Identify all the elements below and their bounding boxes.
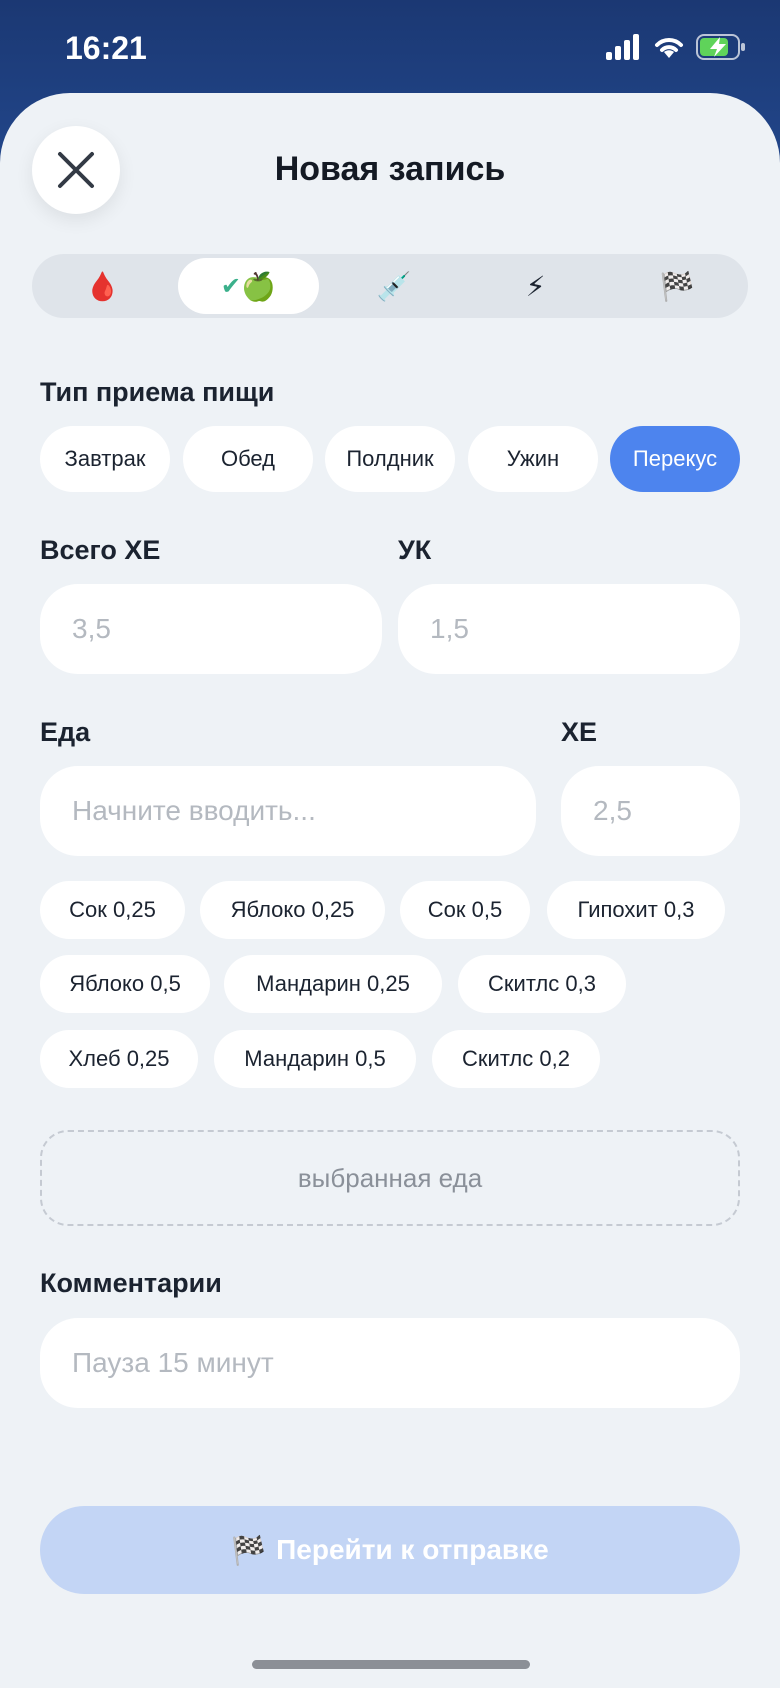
food-suggestion-chip[interactable]: Гипохит 0,3: [547, 881, 725, 939]
meal-option-lunch[interactable]: Обед: [183, 426, 313, 492]
tab-insulin[interactable]: 💉: [323, 254, 465, 318]
status-time: 16:21: [65, 30, 147, 66]
food-search-input[interactable]: Начните вводить...: [40, 766, 536, 856]
food-suggestion-chip[interactable]: Сок 0,5: [400, 881, 530, 939]
selected-food-area[interactable]: выбранная еда: [40, 1130, 740, 1226]
food-suggestion-chip[interactable]: Яблоко 0,5: [40, 955, 210, 1013]
signal-icon: [606, 34, 639, 60]
food-suggestion-chip[interactable]: Мандарин 0,25: [224, 955, 442, 1013]
green-apple-icon: 🍏: [241, 270, 276, 302]
submit-button-label: Перейти к отправке: [276, 1534, 549, 1565]
meal-option-afternoon-snack[interactable]: Полдник: [325, 426, 455, 492]
total-xe-input[interactable]: 3,5: [40, 584, 382, 674]
entry-type-tabs: 🩸 ✔ 🍏 💉 ⚡ 🏁: [32, 254, 748, 318]
battery-charging-icon: [696, 34, 745, 60]
go-to-submit-button[interactable]: 🏁 Перейти к отправке: [40, 1506, 740, 1594]
food-suggestion-chip[interactable]: Скитлс 0,3: [458, 955, 626, 1013]
syringe-icon: 💉: [376, 270, 412, 302]
tab-summary[interactable]: 🏁: [606, 254, 748, 318]
tab-food[interactable]: ✔ 🍏: [177, 258, 320, 314]
comments-label: Комментарии: [40, 1268, 222, 1298]
food-xe-input[interactable]: 2,5: [561, 766, 740, 856]
uk-label: УК: [398, 535, 432, 565]
food-label: Еда: [40, 717, 91, 747]
meal-option-snack[interactable]: Перекус: [610, 426, 740, 492]
meal-option-breakfast[interactable]: Завтрак: [40, 426, 170, 492]
food-xe-label: ХЕ: [561, 717, 598, 747]
uk-input[interactable]: 1,5: [398, 584, 740, 674]
food-suggestion-chip[interactable]: Хлеб 0,25: [40, 1030, 198, 1088]
home-indicator: [252, 1660, 530, 1669]
blood-drop-icon: 🩸: [85, 270, 121, 302]
meal-type-label: Тип приема пищи: [40, 377, 275, 407]
comments-input[interactable]: Пауза 15 минут: [40, 1318, 740, 1408]
food-suggestion-chip[interactable]: Мандарин 0,5: [214, 1030, 416, 1088]
checkmark-icon: ✔: [220, 272, 241, 300]
page-title: Новая запись: [274, 150, 506, 188]
tab-activity[interactable]: ⚡: [465, 254, 607, 318]
total-xe-label: Всего ХЕ: [40, 535, 161, 565]
food-suggestion-chip[interactable]: Сок 0,25: [40, 881, 185, 939]
lightning-icon: ⚡: [525, 270, 546, 302]
status-icons: [606, 34, 746, 60]
tab-blood-glucose[interactable]: 🩸: [32, 254, 174, 318]
checkered-flag-icon: 🏁: [231, 1534, 267, 1566]
meal-option-dinner[interactable]: Ужин: [468, 426, 598, 492]
checkered-flag-icon: 🏁: [659, 270, 695, 302]
food-suggestion-chip[interactable]: Скитлс 0,2: [432, 1030, 600, 1088]
wifi-icon: [655, 38, 683, 58]
food-suggestion-chip[interactable]: Яблоко 0,25: [200, 881, 385, 939]
